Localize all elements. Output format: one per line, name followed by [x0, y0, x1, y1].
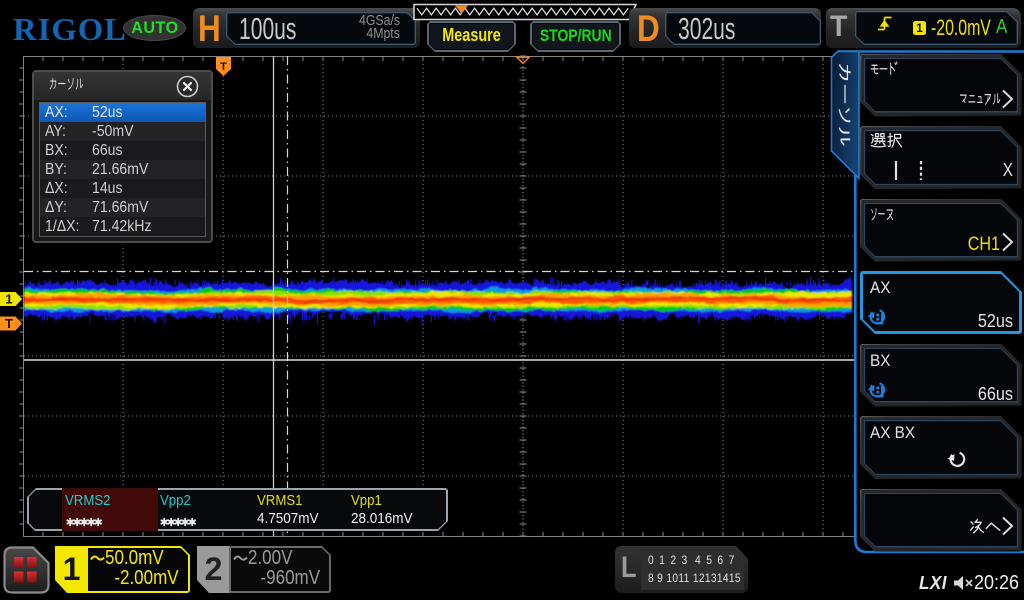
svg-text:T: T	[5, 316, 13, 331]
svg-text:1: 1	[5, 292, 12, 307]
svg-text:T: T	[220, 61, 227, 73]
